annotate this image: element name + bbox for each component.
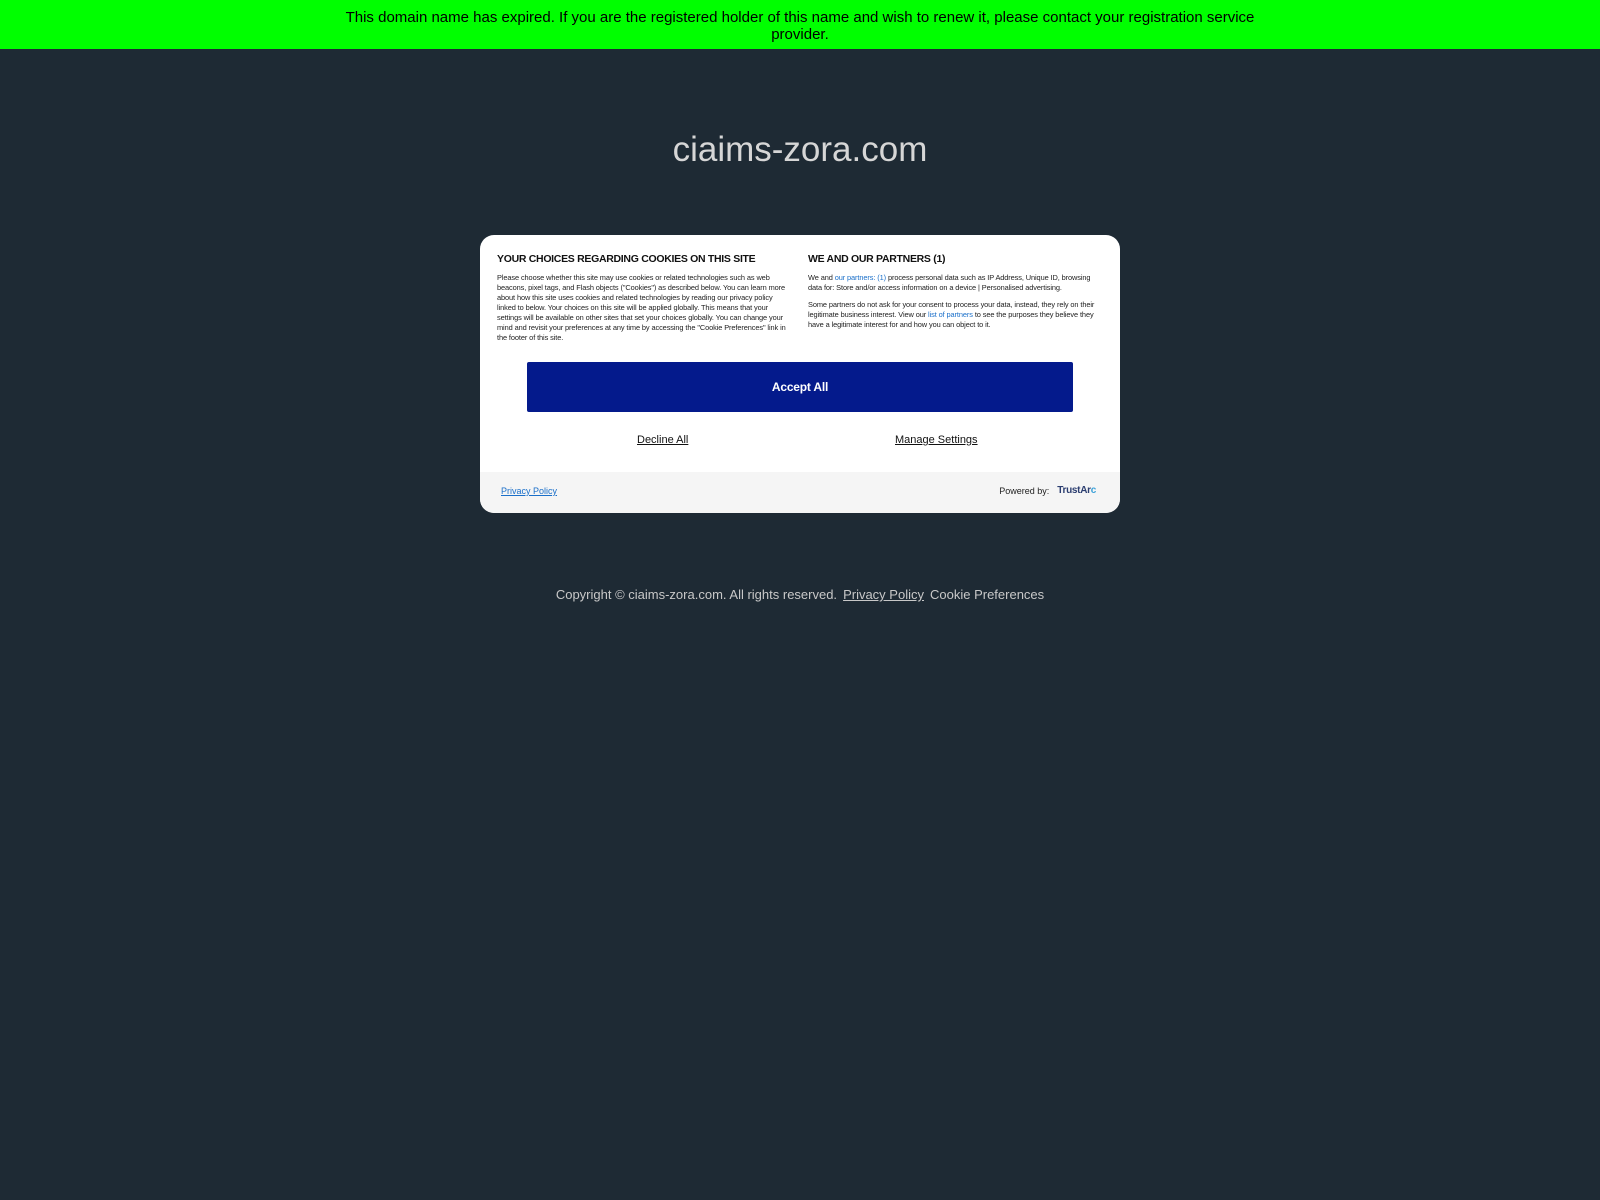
modal-privacy-policy-link[interactable]: Privacy Policy — [501, 486, 557, 496]
partners-heading: WE AND OUR PARTNERS (1) — [808, 253, 946, 265]
cookie-choices-column: YOUR CHOICES REGARDING COOKIES ON THIS S… — [497, 253, 789, 350]
powered-by-label: Powered by: — [999, 485, 1050, 496]
banner-text: This domain name has expired. If you are… — [345, 9, 1255, 43]
copyright-text: Copyright © ciaims-zora.com. All rights … — [555, 587, 838, 602]
partners-paragraph-1: We and our partners: (1) process persona… — [808, 273, 1104, 293]
partners-p1-pre: We and — [808, 273, 835, 282]
expired-domain-banner: This domain name has expired. If you are… — [0, 0, 1600, 49]
page-footer: Copyright © ciaims-zora.com. All rights … — [0, 587, 1600, 603]
trustarc-logo[interactable]: TrustArc — [1057, 485, 1096, 496]
domain-title: ciaims-zora.com — [672, 130, 928, 169]
cookie-choices-heading: YOUR CHOICES REGARDING COOKIES ON THIS S… — [497, 253, 756, 265]
accept-all-button[interactable]: Accept All — [527, 362, 1073, 412]
partners-column: WE AND OUR PARTNERS (1) We and our partn… — [808, 253, 1104, 337]
powered-by: Powered by: TrustArc — [999, 485, 1096, 496]
footer-privacy-policy-link[interactable]: Privacy Policy — [843, 587, 924, 602]
trustarc-logo-main: TrustAr — [1057, 485, 1091, 496]
cookie-modal-footer: Privacy Policy Powered by: TrustArc — [480, 472, 1120, 513]
trustarc-logo-accent: c — [1090, 485, 1097, 496]
list-of-partners-link[interactable]: list of partners — [928, 310, 973, 319]
decline-all-button[interactable]: Decline All — [637, 434, 688, 446]
our-partners-link[interactable]: our partners: (1) — [835, 273, 886, 282]
manage-settings-button[interactable]: Manage Settings — [895, 434, 978, 446]
cookie-choices-body: Please choose whether this site may use … — [497, 273, 786, 342]
cookie-preferences-link[interactable]: Cookie Preferences — [930, 587, 1044, 602]
cookie-consent-modal: YOUR CHOICES REGARDING COOKIES ON THIS S… — [480, 235, 1120, 513]
partners-paragraph-2: Some partners do not ask for your consen… — [808, 300, 1104, 330]
